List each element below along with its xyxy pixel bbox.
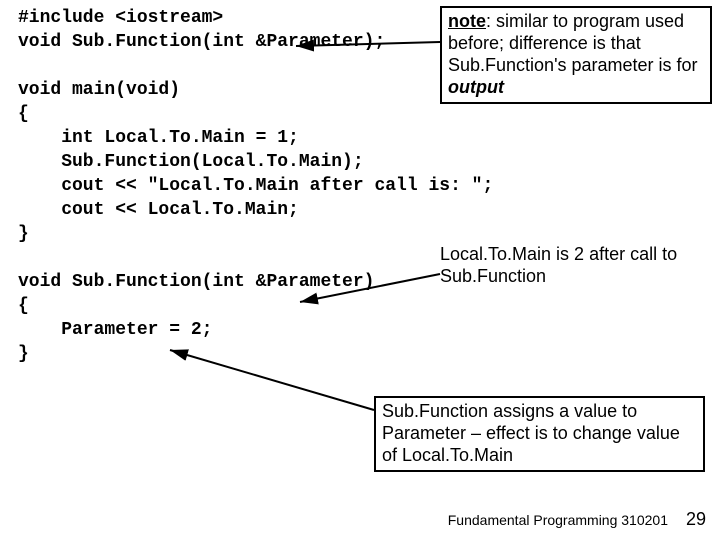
code-line: }: [18, 344, 29, 364]
code-line: }: [18, 224, 29, 244]
code-line: int Local.To.Main = 1;: [18, 128, 299, 148]
code-line: void Sub.Function(int &Parameter): [18, 272, 374, 292]
code-line: #include <iostream>: [18, 8, 223, 28]
note-output-word: output: [448, 77, 504, 97]
page-number: 29: [686, 509, 706, 530]
code-line: cout << "Local.To.Main after call is: ";: [18, 176, 493, 196]
note-box-3: Sub.Function assigns a value to Paramete…: [374, 396, 705, 472]
footer-text: Fundamental Programming 310201: [448, 512, 668, 528]
note-text: Local.To.Main is 2 after call to Sub.Fun…: [440, 244, 677, 286]
code-line: {: [18, 296, 29, 316]
note-box-2: Local.To.Main is 2 after call to Sub.Fun…: [440, 243, 696, 287]
code-line: void main(void): [18, 80, 180, 100]
note-text: : similar to program used before; differ…: [448, 11, 698, 75]
note-box-1: note: similar to program used before; di…: [440, 6, 712, 104]
note-label: note: [448, 11, 486, 31]
code-line: Sub.Function(Local.To.Main);: [18, 152, 364, 172]
code-line: cout << Local.To.Main;: [18, 200, 299, 220]
code-line: void Sub.Function(int &Parameter);: [18, 32, 385, 52]
code-line: {: [18, 104, 29, 124]
code-line: Parameter = 2;: [18, 320, 212, 340]
note-text: Sub.Function assigns a value to Paramete…: [382, 401, 680, 465]
code-block: #include <iostream> void Sub.Function(in…: [18, 6, 493, 366]
